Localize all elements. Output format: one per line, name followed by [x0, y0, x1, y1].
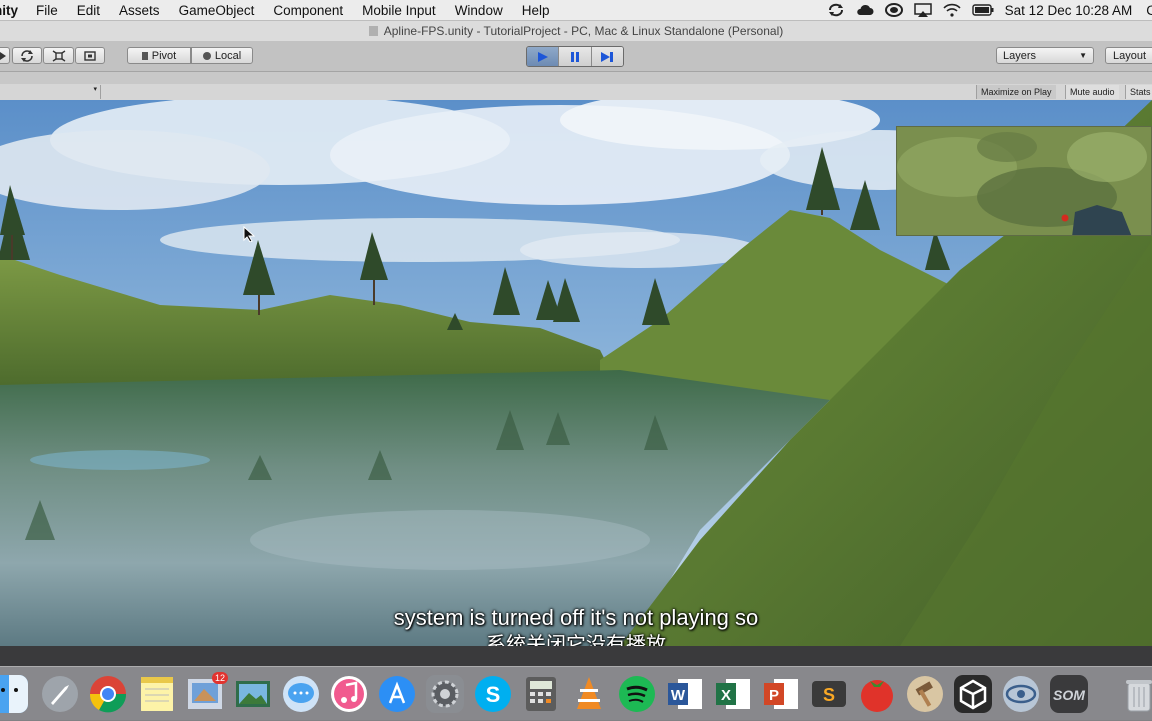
som-icon[interactable]: SOM [1050, 675, 1088, 713]
scale-tool-button[interactable] [43, 47, 74, 64]
notes-icon[interactable] [138, 675, 176, 713]
menu-mobile-input[interactable]: Mobile Input [362, 3, 436, 18]
panel-tab-strip [0, 72, 1152, 84]
pivot-label: Pivot [151, 49, 177, 62]
menu-gameobject[interactable]: GameObject [179, 3, 255, 18]
svg-text:X: X [721, 687, 731, 704]
layout-dropdown[interactable]: Layout [1105, 47, 1152, 64]
pause-icon [570, 51, 579, 62]
menu-file[interactable]: File [36, 3, 58, 18]
system-preferences-icon[interactable] [426, 675, 464, 713]
minimap-terrain [897, 127, 1151, 235]
finder-icon[interactable] [0, 675, 28, 713]
skype-icon[interactable]: S [474, 675, 512, 713]
unity-icon[interactable] [954, 675, 992, 713]
excel-icon[interactable]: X [714, 675, 752, 713]
menu-bar: nity File Edit Assets GameObject Compone… [0, 0, 1152, 21]
sublime-text-icon[interactable]: S [810, 675, 848, 713]
mouse-cursor-icon [243, 226, 255, 242]
play-icon [537, 51, 548, 62]
word-icon[interactable]: W [666, 675, 704, 713]
scale-icon [52, 49, 65, 62]
dock: 12 S W X P S SOM [0, 666, 1152, 721]
photos-icon[interactable] [234, 675, 272, 713]
svg-text:SOM: SOM [1053, 687, 1085, 703]
playback-controls [526, 46, 624, 67]
menu-assets[interactable]: Assets [119, 3, 160, 18]
menu-window[interactable]: Window [455, 3, 503, 18]
chevron-down-icon: ▾ [93, 86, 97, 93]
sync-icon[interactable] [827, 3, 845, 17]
layers-dropdown[interactable]: Layers ▼ [996, 47, 1094, 64]
document-icon [368, 26, 378, 36]
chrome-icon[interactable] [89, 675, 127, 713]
preview-icon[interactable]: 12 [186, 672, 228, 713]
rotate-icon [21, 49, 33, 62]
unity-toolbar: Pivot Local Layers ▼ Layout [0, 41, 1152, 72]
layout-label: Layout [1113, 49, 1147, 62]
svg-text:S: S [823, 685, 835, 705]
move-tool-button[interactable] [0, 47, 10, 64]
tomato-timer-icon[interactable] [858, 675, 896, 713]
step-icon [601, 51, 614, 62]
rect-tool-button[interactable] [75, 47, 105, 64]
messages-icon[interactable] [282, 675, 320, 713]
local-label: Local [214, 49, 242, 62]
vpn-icon[interactable] [884, 3, 903, 17]
app-store-icon[interactable] [378, 675, 416, 713]
svg-text:P: P [769, 687, 779, 704]
aspect-dropdown[interactable]: ▾ [0, 85, 101, 99]
stats-toggle[interactable]: Stats [1125, 85, 1152, 99]
airplay-icon[interactable] [913, 3, 932, 17]
player-marker [1061, 214, 1069, 222]
wifi-icon[interactable] [943, 3, 961, 17]
menubar-overflow-item[interactable]: C [1146, 3, 1152, 18]
svg-text:W: W [671, 687, 686, 704]
battery-icon[interactable] [971, 3, 994, 17]
pivot-toggle-button[interactable]: Pivot [127, 47, 191, 64]
vlc-icon[interactable] [570, 675, 608, 713]
maximize-on-play-toggle[interactable]: Maximize on Play [976, 85, 1056, 99]
move-icon [0, 51, 6, 60]
app-menu[interactable]: nity [0, 3, 18, 18]
svg-text:S: S [486, 682, 501, 707]
menu-component[interactable]: Component [273, 3, 343, 18]
minimap [896, 126, 1152, 236]
powerpoint-icon[interactable]: P [762, 675, 800, 713]
launchpad-icon[interactable] [41, 675, 79, 713]
notification-badge: 12 [211, 672, 228, 684]
menu-help[interactable]: Help [522, 3, 550, 18]
play-button[interactable] [527, 47, 560, 66]
step-button[interactable] [591, 47, 623, 66]
trash-icon[interactable] [1120, 675, 1152, 713]
subtitle-english: system is turned off it's not playing so [393, 605, 759, 630]
cloud-icon[interactable] [856, 3, 874, 17]
rect-icon [84, 50, 96, 61]
layers-label: Layers [1003, 49, 1037, 62]
window-title: Apline-FPS.unity - TutorialProject - PC,… [383, 24, 784, 38]
rotate-tool-button[interactable] [12, 47, 42, 64]
network-icon[interactable] [1002, 675, 1040, 713]
clock[interactable]: Sat 12 Dec 10:28 AM [1005, 3, 1133, 18]
local-icon [202, 51, 211, 60]
chevron-down-icon: ▼ [1079, 51, 1087, 60]
hammer-icon[interactable] [906, 675, 944, 713]
game-view-toolbar: ▾ Maximize on Play Mute audio Stats [0, 84, 1152, 101]
local-toggle-button[interactable]: Local [191, 47, 253, 64]
mute-audio-toggle[interactable]: Mute audio [1065, 85, 1119, 99]
pause-button[interactable] [559, 47, 592, 66]
menu-edit[interactable]: Edit [77, 3, 100, 18]
calculator-icon[interactable] [522, 675, 560, 713]
window-title-bar: Apline-FPS.unity - TutorialProject - PC,… [0, 21, 1152, 41]
pivot-icon [141, 51, 148, 60]
spotify-icon[interactable] [618, 675, 656, 713]
itunes-icon[interactable] [330, 675, 368, 713]
